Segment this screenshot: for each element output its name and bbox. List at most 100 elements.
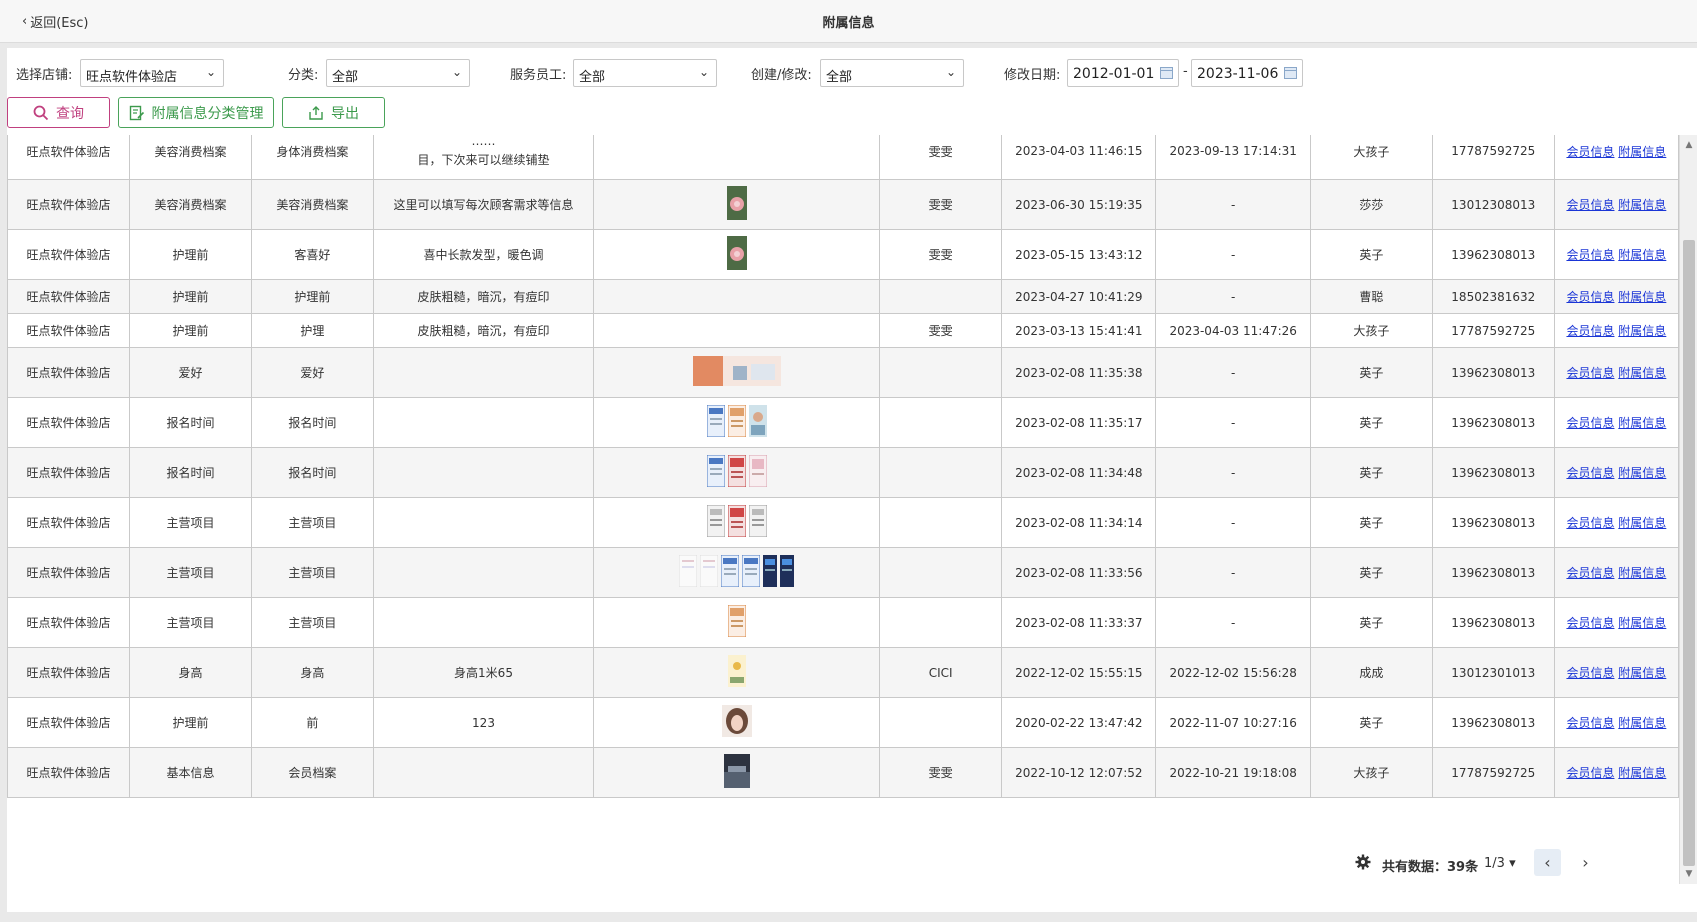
thumbnail-image[interactable] [741, 554, 761, 590]
table-row[interactable]: 旺点软件体验店 主营项目 主营项目 2023-02-08 11:33:56 - 英子 139… [7, 547, 1680, 598]
cell-modified: 2022-12-02 15:56:28 [1155, 647, 1311, 698]
cell-text: 英子 [1359, 516, 1384, 530]
gear-icon[interactable] [1355, 854, 1371, 870]
cell-created: 2023-02-08 11:34:14 [1001, 497, 1157, 548]
store-select[interactable]: 旺点软件体验店 ⌄ [80, 59, 224, 87]
attached-info-link[interactable]: 附属信息 [1618, 516, 1666, 530]
member-info-link[interactable]: 会员信息 [1566, 366, 1614, 380]
category-select[interactable]: 全部 ⌄ [326, 59, 470, 87]
member-info-link[interactable]: 会员信息 [1566, 324, 1614, 338]
page-selector[interactable]: 1/3 ▾ [1484, 856, 1516, 871]
attached-info-link[interactable]: 附属信息 [1618, 366, 1666, 380]
thumbnail-image[interactable] [727, 504, 747, 540]
attached-info-link[interactable]: 附属信息 [1618, 145, 1666, 159]
thumbnail-image[interactable] [692, 356, 781, 389]
thumbnail-image[interactable] [727, 454, 747, 490]
thumbnail-image[interactable] [678, 554, 698, 590]
calendar-icon[interactable] [1284, 67, 1297, 79]
cell-text: 13962308013 [1451, 247, 1536, 262]
member-info-link[interactable]: 会员信息 [1566, 198, 1614, 212]
table-row[interactable]: 旺点软件体验店 护理前 护理 皮肤粗糙，暗沉，有痘印 雯雯 2023-03-13 15:4… [7, 313, 1680, 348]
attached-info-link[interactable]: 附属信息 [1618, 248, 1666, 262]
table-row[interactable]: 旺点软件体验店 美容消费档案 身体消费档案 …… 目，下次来可以继续铺垫 雯雯 2023-0… [7, 135, 1680, 180]
thumbnail-image[interactable] [727, 655, 746, 690]
attached-info-link[interactable]: 附属信息 [1618, 324, 1666, 338]
cell-category: 主营项目 [128, 497, 252, 548]
table-row[interactable]: 旺点软件体验店 主营项目 主营项目 2023-02-08 11:34:14 - 英子 139… [7, 497, 1680, 548]
cell-category: 护理前 [128, 313, 252, 348]
next-page-button[interactable]: › [1572, 849, 1599, 876]
prev-page-button[interactable]: ‹ [1534, 849, 1561, 876]
thumbnail-image[interactable] [706, 504, 726, 540]
cell-images [593, 397, 881, 448]
thumbnail-image[interactable] [727, 604, 747, 640]
attached-info-link[interactable]: 附属信息 [1618, 198, 1666, 212]
table-row[interactable]: 旺点软件体验店 报名时间 报名时间 2023-02-08 11:34:48 - 英子 139… [7, 447, 1680, 498]
member-info-link[interactable]: 会员信息 [1566, 666, 1614, 680]
thumbnail-image[interactable] [748, 454, 768, 490]
thumbnail-image[interactable] [706, 404, 726, 440]
cell-text: - [1230, 289, 1236, 304]
thumbnail-image[interactable] [720, 554, 740, 590]
date-to-input[interactable]: 2023-11-06 [1191, 59, 1303, 87]
cell-text: 13962308013 [1451, 465, 1536, 480]
thumbnail-image[interactable] [723, 754, 750, 791]
cell-creator: 雯雯 [879, 313, 1003, 348]
table-row[interactable]: 旺点软件体验店 护理前 护理前 皮肤粗糙，暗沉，有痘印 2023-04-27 10:41… [7, 279, 1680, 314]
mode-select[interactable]: 全部 ⌄ [820, 59, 964, 87]
table-row[interactable]: 旺点软件体验店 基本信息 会员档案 雯雯 2022-10-12 12:07:52 2022… [7, 747, 1680, 798]
member-info-link[interactable]: 会员信息 [1566, 466, 1614, 480]
thumbnail-image[interactable] [706, 454, 726, 490]
attached-info-link[interactable]: 附属信息 [1618, 616, 1666, 630]
member-info-link[interactable]: 会员信息 [1566, 290, 1614, 304]
table-row[interactable]: 旺点软件体验店 报名时间 报名时间 2023-02-08 11:35:17 - 英子 139… [7, 397, 1680, 448]
staff-select[interactable]: 全部 ⌄ [573, 59, 717, 87]
table-row[interactable]: 旺点软件体验店 护理前 客喜好 喜中长款发型，暖色调 雯雯 2023-05-15 13:4… [7, 229, 1680, 280]
cell-text: 英子 [1359, 716, 1384, 730]
table-row[interactable]: 旺点软件体验店 主营项目 主营项目 2023-02-08 11:33:37 - 英子 139… [7, 597, 1680, 648]
vertical-scrollbar[interactable]: ▲ ▼ [1679, 135, 1697, 884]
member-info-link[interactable]: 会员信息 [1566, 516, 1614, 530]
member-info-link[interactable]: 会员信息 [1566, 616, 1614, 630]
table-row[interactable]: 旺点软件体验店 爱好 爱好 2023-02-08 11:35:38 - 英子 1396230… [7, 347, 1680, 398]
scroll-up-icon[interactable]: ▲ [1680, 137, 1697, 153]
member-info-link[interactable]: 会员信息 [1566, 145, 1614, 159]
attached-info-link[interactable]: 附属信息 [1618, 466, 1666, 480]
attached-info-link[interactable]: 附属信息 [1618, 290, 1666, 304]
thumbnail-image[interactable] [727, 404, 747, 440]
table-row[interactable]: 旺点软件体验店 护理前 前 123 2020-02-22 13:47:42 2022-11… [7, 697, 1680, 748]
date-from-input[interactable]: 2012-01-01 [1067, 59, 1179, 87]
table-row[interactable]: 旺点软件体验店 美容消费档案 美容消费档案 这里可以填写每次顾客需求等信息 雯雯 2023… [7, 179, 1680, 230]
thumbnail-image[interactable] [726, 186, 747, 223]
chevron-down-icon: ⌄ [698, 65, 709, 79]
member-info-link[interactable]: 会员信息 [1566, 416, 1614, 430]
chevron-right-icon: › [1582, 853, 1589, 872]
query-button[interactable]: 查询 [7, 97, 110, 128]
member-info-link[interactable]: 会员信息 [1566, 566, 1614, 580]
attached-info-link[interactable]: 附属信息 [1618, 766, 1666, 780]
member-info-link[interactable]: 会员信息 [1566, 248, 1614, 262]
attached-info-link[interactable]: 附属信息 [1618, 716, 1666, 730]
thumbnail-image[interactable] [699, 554, 719, 590]
attached-info-link[interactable]: 附属信息 [1618, 666, 1666, 680]
thumbnail-image[interactable] [726, 236, 747, 273]
thumbnail-image[interactable] [780, 555, 795, 590]
thumbnail-group [706, 454, 768, 490]
thumbnail-image[interactable] [748, 405, 767, 440]
cell-store: 旺点软件体验店 [7, 447, 130, 498]
member-info-link[interactable]: 会员信息 [1566, 716, 1614, 730]
scrollbar-thumb[interactable] [1683, 240, 1695, 866]
table-row[interactable]: 旺点软件体验店 身高 身高 身高1米65 CICI 2022-12-02 15:55:15… [7, 647, 1680, 698]
member-info-link[interactable]: 会员信息 [1566, 766, 1614, 780]
export-button[interactable]: 导出 [282, 97, 385, 128]
category-manage-button[interactable]: 附属信息分类管理 [118, 97, 274, 128]
cell-images [593, 697, 881, 748]
thumbnail-image[interactable] [748, 504, 768, 540]
cell-text: 护理前 [172, 290, 209, 304]
attached-info-link[interactable]: 附属信息 [1618, 566, 1666, 580]
thumbnail-image[interactable] [721, 705, 752, 740]
calendar-icon[interactable] [1160, 67, 1173, 79]
thumbnail-image[interactable] [763, 555, 778, 590]
cell-sub: 主营项目 [250, 497, 374, 548]
attached-info-link[interactable]: 附属信息 [1618, 416, 1666, 430]
